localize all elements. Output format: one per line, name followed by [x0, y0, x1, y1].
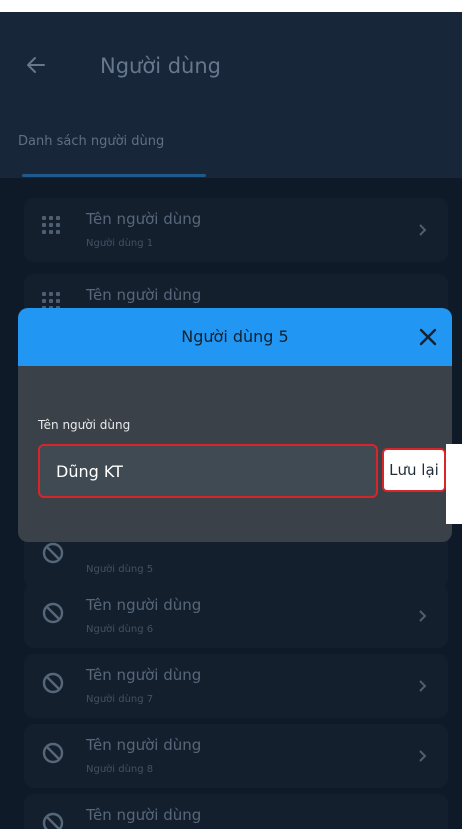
user-name: Tên người dùng	[86, 210, 202, 228]
block-icon	[42, 742, 68, 768]
list-item[interactable]: Tên người dùng Người dùng 6	[24, 584, 448, 648]
save-button[interactable]: Lưu lại	[382, 448, 446, 492]
user-name: Tên người dùng	[86, 666, 202, 684]
app-bar: Người dùng	[0, 12, 462, 104]
app-screen: Người dùng Danh sách người dùng Tên ngườ…	[0, 12, 462, 829]
tab-bar: Danh sách người dùng	[0, 104, 462, 178]
block-icon	[42, 602, 68, 628]
user-name: Tên người dùng	[86, 736, 202, 754]
block-icon	[42, 542, 68, 568]
dialog-header: Người dùng 5	[18, 308, 452, 366]
username-label: Tên người dùng	[38, 418, 131, 432]
chevron-right-icon	[418, 222, 428, 236]
user-label: Người dùng 5	[86, 564, 154, 575]
list-item[interactable]: Tên người dùng Người dùng 8	[24, 724, 448, 788]
username-input[interactable]: Dũng KT	[38, 444, 378, 498]
block-icon	[42, 672, 68, 698]
tab-user-list[interactable]: Danh sách người dùng	[18, 134, 164, 149]
save-button-backdrop	[446, 444, 462, 524]
username-value: Dũng KT	[56, 462, 123, 481]
user-label: Người dùng 6	[86, 624, 154, 635]
chevron-right-icon	[418, 678, 428, 692]
user-label: Người dùng 1	[86, 238, 154, 249]
page-title: Người dùng	[100, 54, 221, 78]
tab-indicator	[22, 174, 206, 177]
chevron-right-icon	[418, 608, 428, 622]
user-label: Người dùng 7	[86, 694, 154, 705]
chevron-right-icon	[418, 748, 428, 762]
dialog-title: Người dùng 5	[181, 327, 289, 346]
list-item[interactable]: Tên người dùng	[24, 794, 448, 829]
list-item[interactable]: Tên người dùng Người dùng 1	[24, 198, 448, 262]
edit-user-dialog: Người dùng 5 Tên người dùng Dũng KT	[18, 308, 452, 542]
user-label: Người dùng 8	[86, 764, 154, 775]
block-icon	[42, 812, 68, 829]
arrow-left-icon[interactable]	[26, 55, 46, 75]
user-name: Tên người dùng	[86, 286, 202, 304]
user-name: Tên người dùng	[86, 806, 202, 824]
top-margin	[0, 0, 462, 12]
list-item[interactable]: Tên người dùng Người dùng 7	[24, 654, 448, 718]
keypad-icon	[42, 216, 68, 242]
close-icon[interactable]	[418, 327, 438, 347]
user-name: Tên người dùng	[86, 596, 202, 614]
